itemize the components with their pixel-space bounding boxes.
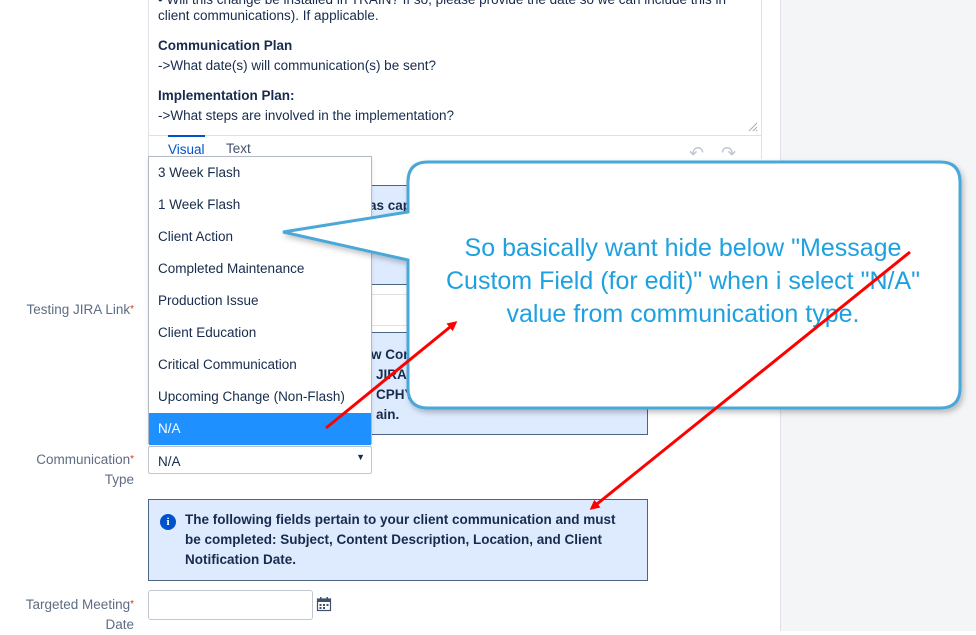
callout-text: So basically want hide below "Message Cu… — [446, 234, 920, 328]
